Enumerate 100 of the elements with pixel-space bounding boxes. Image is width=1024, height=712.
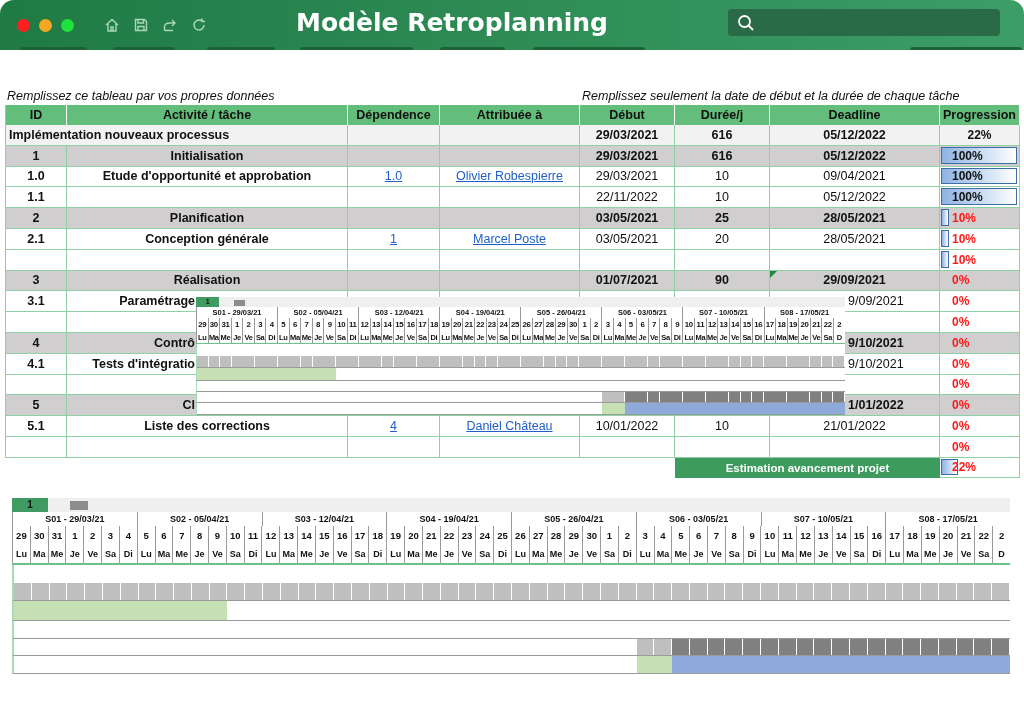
day-name: Ma [369, 331, 382, 344]
day-name: Sa [497, 331, 509, 344]
day-name: Sa [350, 544, 369, 563]
day-name: Me [671, 544, 690, 563]
close-icon[interactable] [17, 18, 30, 32]
day-number: 31 [47, 525, 66, 545]
day-name: Di [589, 331, 602, 344]
dependency-link[interactable]: 1 [390, 231, 397, 246]
table-cell: Implémentation nouveaux processus [5, 125, 348, 146]
sheet-tab[interactable] [70, 500, 88, 510]
day-name: Me [300, 331, 312, 344]
assignee-link[interactable]: Daniel Château [466, 419, 553, 434]
maximize-icon[interactable] [61, 18, 74, 32]
day-number: 29 [564, 525, 583, 545]
day-name: Lu [885, 544, 904, 563]
day-name: Ve [707, 544, 725, 563]
table-cell: 05/12/2022 [823, 127, 886, 142]
day-number: 13 [813, 525, 832, 545]
day-number: 28 [546, 525, 565, 545]
day-number: 10 [225, 525, 244, 545]
day-name: Sa [253, 331, 266, 344]
day-name: Sa [334, 331, 347, 344]
assignee-link[interactable]: Marcel Poste [473, 231, 546, 246]
table-cell: 90 [675, 270, 770, 292]
day-name: Je [190, 544, 209, 563]
day-name: Ve [404, 331, 417, 344]
day-name: Me [624, 331, 637, 344]
day-name: Ma [450, 331, 463, 344]
day-number: 6 [689, 525, 708, 545]
table-cell: 3 [5, 270, 67, 292]
day-name: Sa [724, 544, 743, 563]
progress-value: 0% [951, 439, 970, 454]
week-label: S08 - 17/05/21 [885, 511, 1010, 526]
day-name: Me [219, 331, 231, 344]
week-label: S08 - 17/05/21 [763, 307, 845, 319]
day-number: 18 [903, 525, 921, 545]
day-number: 1 [600, 525, 618, 545]
day-number: 5 [136, 525, 155, 545]
day-number: 26 [511, 525, 529, 545]
week-label: S05 - 26/04/21 [520, 307, 602, 319]
day-name: Di [670, 331, 683, 344]
progress-value: 10% [951, 231, 977, 246]
table-cell: 09/04/2021 [823, 169, 886, 184]
day-name: Sa [225, 544, 244, 563]
day-name: Di [427, 331, 440, 344]
day-name: Di [752, 331, 764, 344]
day-name: Me [172, 544, 191, 563]
assignee-link[interactable]: Olivier Robespierre [456, 169, 563, 184]
day-name: Di [368, 544, 387, 563]
week-label: S06 - 03/05/21 [635, 511, 761, 526]
week-label: S01 - 29/03/21 [12, 511, 137, 526]
dependency-link[interactable]: 1.0 [384, 169, 403, 184]
day-name: Ma [903, 544, 921, 563]
table-cell: 9/10/2021 [848, 356, 904, 371]
day-name: Ma [154, 544, 173, 563]
week-label: S05 - 26/04/21 [511, 511, 636, 526]
day-name: Sa [416, 331, 428, 344]
day-name: Lu [12, 544, 30, 563]
table-cell: 05/12/2022 [823, 148, 886, 163]
instruction-text: Remplissez seulement la date de début et la durée de chaque tâche [582, 89, 960, 103]
sheet-tab[interactable]: 1 [12, 497, 48, 512]
day-number: 8 [190, 525, 209, 545]
day-number: 8 [724, 525, 743, 545]
day-number: 2 [992, 525, 1010, 545]
day-number: 27 [528, 525, 547, 545]
day-name: Je [689, 544, 708, 563]
day-number: 3 [101, 525, 119, 545]
day-name: Je [636, 331, 648, 344]
search-icon [737, 13, 755, 32]
sheet-tab[interactable] [233, 300, 246, 307]
forward-arrow-icon[interactable] [162, 17, 178, 33]
day-name: Je [230, 331, 243, 344]
refresh-icon[interactable] [191, 17, 207, 33]
table-cell: Initialisation [67, 145, 348, 167]
day-name: Ma [279, 544, 298, 563]
day-name: Je [314, 544, 333, 563]
day-name: Sa [578, 331, 590, 344]
day-name: Di [742, 544, 761, 563]
table-cell: 616 [675, 145, 770, 167]
table-cell: Liste des corrections [67, 416, 348, 437]
home-icon[interactable] [104, 17, 120, 33]
table-cell: 25 [675, 208, 770, 229]
day-name: Ve [323, 331, 335, 344]
day-number: 17 [350, 525, 369, 545]
day-number: 30 [29, 525, 48, 545]
day-name: Di [508, 331, 521, 344]
minimize-icon[interactable] [39, 18, 52, 32]
search-field[interactable] [728, 9, 1000, 36]
day-name: D [992, 544, 1010, 563]
day-name: Di [118, 544, 137, 563]
day-number: 6 [154, 525, 173, 545]
day-number: 14 [831, 525, 850, 545]
day-name: Di [265, 331, 278, 344]
dependency-link[interactable]: 4 [390, 419, 397, 434]
day-name: Me [705, 331, 718, 344]
day-number: 19 [386, 525, 405, 545]
day-number: 2 [83, 525, 102, 545]
save-icon[interactable] [133, 17, 149, 33]
day-number: 14 [297, 525, 315, 545]
day-number: 21 [956, 525, 975, 545]
